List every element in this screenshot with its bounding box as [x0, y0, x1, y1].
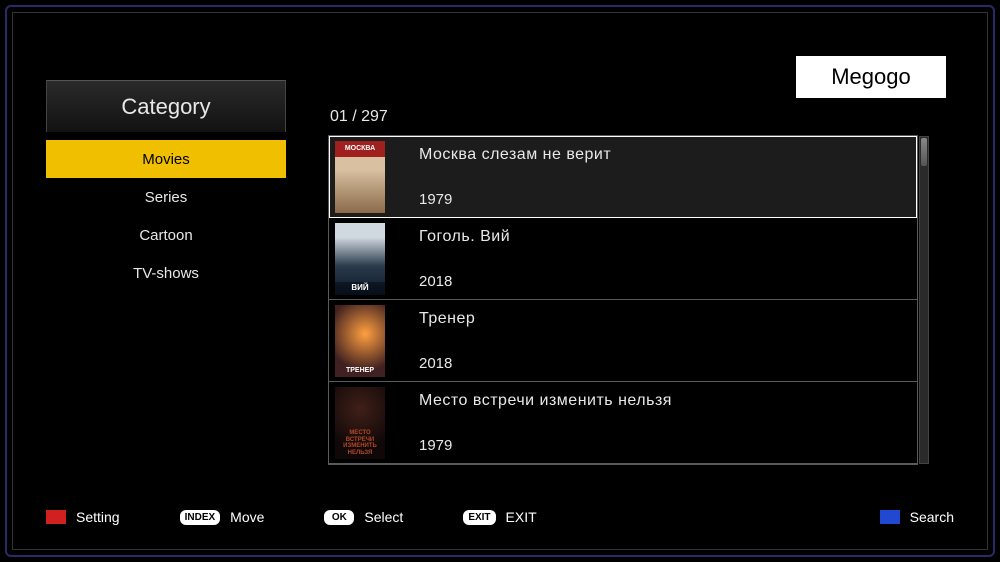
- item-info: Гоголь. Вий 2018: [419, 228, 510, 290]
- poster-caption: ВИЙ: [335, 282, 385, 295]
- item-title: Тренер: [419, 310, 475, 328]
- scrollbar-thumb[interactable]: [921, 138, 927, 166]
- poster-thumbnail: ТРЕНЕР: [335, 305, 385, 377]
- sidebar-item-series[interactable]: Series: [46, 178, 286, 216]
- hotkey-move[interactable]: INDEX Move: [180, 509, 265, 525]
- poster-thumbnail: ВИЙ: [335, 223, 385, 295]
- hotkey-label: Setting: [76, 509, 120, 525]
- page-counter: 01 / 297: [330, 108, 388, 126]
- hotkey-exit[interactable]: EXIT EXIT: [463, 509, 536, 525]
- item-year: 1979: [419, 437, 672, 454]
- sidebar: Movies Series Cartoon TV-shows: [46, 140, 286, 292]
- hotkey-label: EXIT: [506, 509, 537, 525]
- item-title: Место встречи изменить нельзя: [419, 392, 672, 410]
- item-title: Москва слезам не верит: [419, 146, 611, 164]
- hotkey-bar: Setting INDEX Move OK Select EXIT EXIT S…: [46, 502, 954, 532]
- poster-caption: ТРЕНЕР: [335, 365, 385, 377]
- sidebar-item-tvshows[interactable]: TV-shows: [46, 254, 286, 292]
- content-list: МОСКВА Москва слезам не верит 1979 ВИЙ Г…: [328, 135, 918, 465]
- index-badge-icon: INDEX: [180, 510, 221, 525]
- item-year: 2018: [419, 273, 510, 290]
- category-header: Category: [46, 80, 286, 132]
- list-item[interactable]: МЕСТО ВСТРЕЧИ ИЗМЕНИТЬ НЕЛЬЗЯ Место встр…: [329, 382, 917, 464]
- poster-thumbnail: МОСКВА: [335, 141, 385, 213]
- hotkey-label: Search: [910, 509, 954, 525]
- hotkey-select[interactable]: OK Select: [324, 509, 403, 525]
- brand-label: Megogo: [796, 56, 946, 98]
- item-info: Тренер 2018: [419, 310, 475, 372]
- list-item[interactable]: МОСКВА Москва слезам не верит 1979: [329, 136, 917, 218]
- item-year: 1979: [419, 191, 611, 208]
- blue-button-icon: [880, 510, 900, 524]
- ok-badge-icon: OK: [324, 510, 354, 525]
- item-title: Гоголь. Вий: [419, 228, 510, 246]
- item-year: 2018: [419, 355, 475, 372]
- red-button-icon: [46, 510, 66, 524]
- hotkey-setting[interactable]: Setting: [46, 509, 120, 525]
- sidebar-item-movies[interactable]: Movies: [46, 140, 286, 178]
- item-info: Место встречи изменить нельзя 1979: [419, 392, 672, 454]
- hotkey-search[interactable]: Search: [880, 509, 954, 525]
- hotkey-label: Move: [230, 509, 264, 525]
- item-info: Москва слезам не верит 1979: [419, 146, 611, 208]
- poster-caption: МЕСТО ВСТРЕЧИ ИЗМЕНИТЬ НЕЛЬЗЯ: [335, 428, 385, 458]
- list-item[interactable]: ТРЕНЕР Тренер 2018: [329, 300, 917, 382]
- sidebar-item-cartoon[interactable]: Cartoon: [46, 216, 286, 254]
- poster-caption: МОСКВА: [335, 141, 385, 157]
- list-item[interactable]: ВИЙ Гоголь. Вий 2018: [329, 218, 917, 300]
- scrollbar[interactable]: [919, 136, 929, 464]
- poster-thumbnail: МЕСТО ВСТРЕЧИ ИЗМЕНИТЬ НЕЛЬЗЯ: [335, 387, 385, 459]
- hotkey-label: Select: [364, 509, 403, 525]
- exit-badge-icon: EXIT: [463, 510, 495, 525]
